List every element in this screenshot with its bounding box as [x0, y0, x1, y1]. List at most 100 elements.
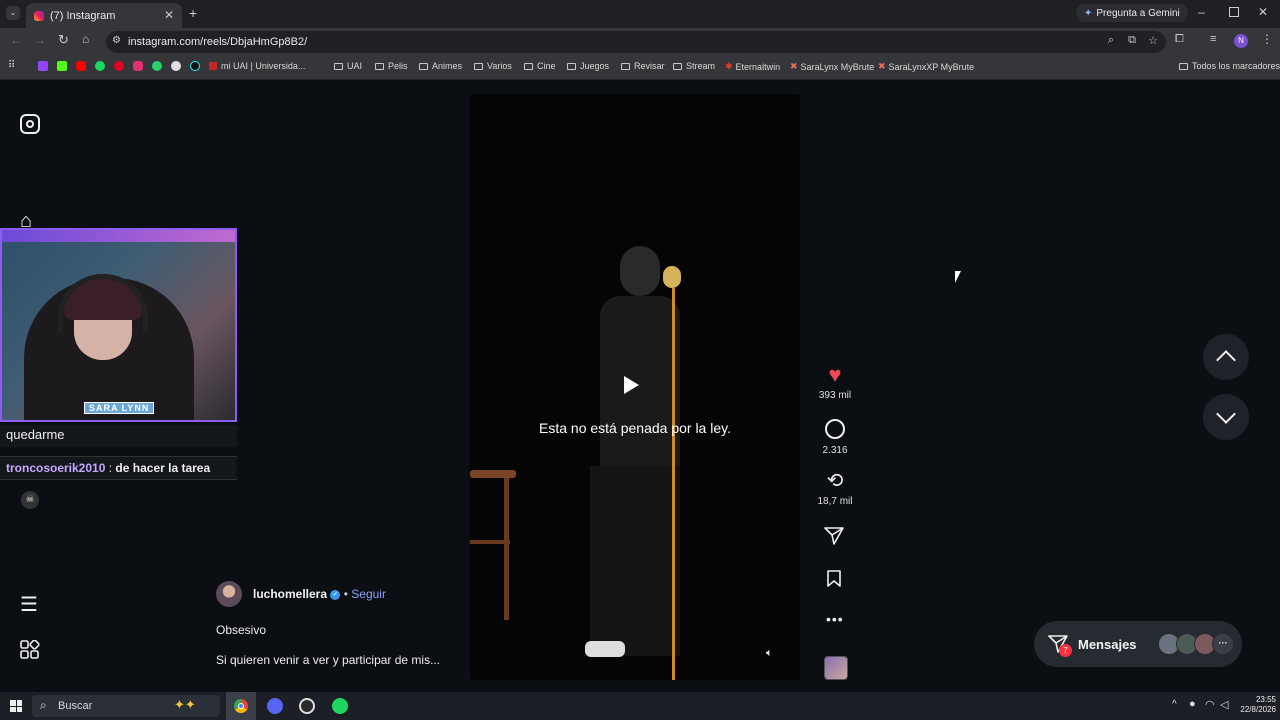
next-reel-button[interactable]	[1203, 394, 1249, 440]
bookmark-uai[interactable]: UAI	[334, 61, 362, 71]
spotify-taskbar-icon[interactable]	[332, 698, 348, 714]
whatsapp-icon[interactable]	[152, 61, 162, 71]
bookmark-uai-portal[interactable]: mi UAI | Universida...	[221, 61, 305, 71]
bookmark-juegos[interactable]: Juegos	[567, 61, 609, 71]
home-icon[interactable]: ⌂	[82, 32, 89, 46]
author-username[interactable]: luchomellera	[253, 587, 327, 601]
bookmark-label: Pelis	[388, 61, 408, 71]
bookmark-label: SaraLynx MyBrute	[800, 61, 875, 72]
address-bar[interactable]: ⚙ instagram.com/reels/DbjaHmGp8B2/ ⌕ ⧉ ☆	[106, 31, 1166, 53]
folder-icon	[419, 62, 428, 70]
pinterest-icon[interactable]	[114, 61, 124, 71]
chat-separator: :	[108, 461, 113, 475]
media-control-icon[interactable]: ≡	[1210, 33, 1216, 45]
conversation-avatars: ···	[1158, 633, 1234, 655]
bookmark-star-icon[interactable]: ☆	[1148, 34, 1158, 47]
mybrute-icon: ✖	[790, 61, 798, 71]
repost-button[interactable]: ⟲ 18,7 mil	[815, 470, 855, 507]
tiktok-icon[interactable]	[190, 61, 200, 71]
restore-button[interactable]	[1229, 7, 1239, 17]
apps-icon[interactable]: ⠿	[8, 60, 15, 71]
repost-count: 18,7 mil	[817, 496, 853, 507]
folder-icon	[1179, 62, 1188, 70]
tray-chevron-icon[interactable]: ^	[1172, 699, 1177, 710]
close-window-button[interactable]: ✕	[1258, 5, 1268, 19]
obs-taskbar-icon[interactable]	[299, 698, 315, 714]
profile-nav-avatar[interactable]: ☠	[21, 491, 39, 509]
zoom-icon[interactable]: ⌕	[1108, 34, 1114, 47]
like-button[interactable]: ♥ 393 mil	[815, 364, 855, 402]
microphone	[663, 266, 681, 288]
install-icon[interactable]: ⧉	[1128, 34, 1136, 47]
more-options-icon[interactable]: •••	[826, 611, 844, 627]
bookmark-eternaltwin[interactable]: ✱ Eternaltwin	[725, 61, 780, 72]
bookmarks-bar: ⠿ mi UAI | Universida... UAI Pelis Anime…	[0, 55, 1280, 80]
instagram-logo-icon[interactable]	[20, 114, 40, 134]
wifi-tray-icon[interactable]: ◠	[1205, 698, 1215, 711]
share-icon[interactable]	[824, 527, 844, 545]
microphone-tray-icon[interactable]: ●	[1189, 698, 1196, 710]
github-icon[interactable]	[171, 61, 181, 71]
bookmark-label: Todos los marcadores	[1192, 61, 1280, 71]
mybrute-icon: ✖	[878, 61, 886, 71]
youtube-icon[interactable]	[76, 61, 86, 71]
bookmark-saralynx-mybrute[interactable]: ✖ SaraLynx MyBrute	[790, 61, 874, 72]
close-tab-icon[interactable]: ✕	[164, 8, 174, 22]
discord-taskbar-icon[interactable]	[267, 698, 283, 714]
follow-button[interactable]: Seguir	[351, 587, 386, 601]
new-tab-button[interactable]: +	[189, 5, 197, 21]
reel-video[interactable]: Esta no está penada por la ley. 🔈︎	[470, 94, 800, 680]
extensions-icon[interactable]: ⧠	[1175, 33, 1184, 46]
chevron-up-icon	[1216, 350, 1236, 370]
menu-icon[interactable]: ⋮	[1261, 32, 1273, 46]
bookmark-label: Eternaltwin	[735, 61, 781, 72]
chat-message: quedarme	[0, 425, 237, 447]
bookmark-revisar[interactable]: Revisar	[621, 61, 665, 71]
chrome-taskbar-icon[interactable]	[226, 692, 256, 720]
bookmark-saralynxxp-mybrute[interactable]: ✖ SaraLynxXP MyBrute	[878, 61, 974, 72]
save-icon[interactable]	[827, 570, 841, 587]
mic-cable	[672, 288, 675, 680]
reload-icon[interactable]: ↻	[58, 32, 69, 48]
site-info-icon[interactable]: ⚙	[112, 35, 121, 46]
windows-start-icon[interactable]	[10, 700, 22, 712]
profile-avatar[interactable]: N	[1234, 34, 1248, 48]
bookmark-pelis[interactable]: Pelis	[375, 61, 408, 71]
clock[interactable]: 23:55 22/8/2026	[1236, 695, 1276, 715]
tab-instagram[interactable]: (7) Instagram ✕	[26, 3, 182, 28]
also-from-meta-icon[interactable]	[20, 639, 40, 660]
previous-reel-button[interactable]	[1203, 334, 1249, 380]
bookmark-icons-group: mi UAI | Universida...	[38, 61, 305, 71]
minimize-button[interactable]: –	[1198, 5, 1205, 19]
bookmark-varios[interactable]: Varios	[474, 61, 512, 71]
spotify-icon[interactable]	[95, 61, 105, 71]
instagram-icon[interactable]	[133, 61, 143, 71]
bookmark-animes[interactable]: Animes	[419, 61, 462, 71]
mouse-cursor-icon	[955, 271, 961, 283]
twitch-icon[interactable]	[38, 61, 48, 71]
bookmark-stream[interactable]: Stream	[673, 61, 715, 71]
audio-avatar[interactable]	[824, 656, 848, 680]
back-icon[interactable]: ←	[10, 33, 22, 47]
messages-button[interactable]: 7 Mensajes ···	[1034, 621, 1242, 667]
comment-button[interactable]: 2.316	[815, 418, 855, 456]
all-bookmarks[interactable]: Todos los marcadores	[1179, 61, 1280, 71]
search-placeholder: Buscar	[58, 700, 93, 712]
bookmark-cine[interactable]: Cine	[524, 61, 556, 71]
chevron-down-icon	[1216, 404, 1236, 424]
chat-message: troncosoerik2010 : de hacer la tarea	[0, 456, 237, 480]
tab-search-button[interactable]: ⌄	[6, 6, 20, 20]
kick-icon[interactable]	[57, 61, 67, 71]
more-menu-icon[interactable]: ☰	[20, 592, 38, 617]
volume-icon[interactable]: 🔈︎	[766, 647, 773, 660]
reel-description[interactable]: Si quieren venir a ver y participar de m…	[216, 653, 440, 667]
taskbar-search[interactable]: ⌕ Buscar ✦✦	[32, 695, 220, 717]
play-icon[interactable]	[624, 376, 639, 394]
forward-icon[interactable]: →	[34, 33, 46, 47]
author-avatar[interactable]	[216, 581, 242, 607]
gemini-sparkle-icon: ✦	[1084, 7, 1093, 19]
video-subtitle: Esta no está penada por la ley.	[539, 420, 731, 436]
gemini-button[interactable]: ✦ Pregunta a Gemini	[1076, 4, 1188, 22]
folder-icon	[474, 62, 483, 70]
volume-tray-icon[interactable]: ◁	[1220, 698, 1228, 711]
